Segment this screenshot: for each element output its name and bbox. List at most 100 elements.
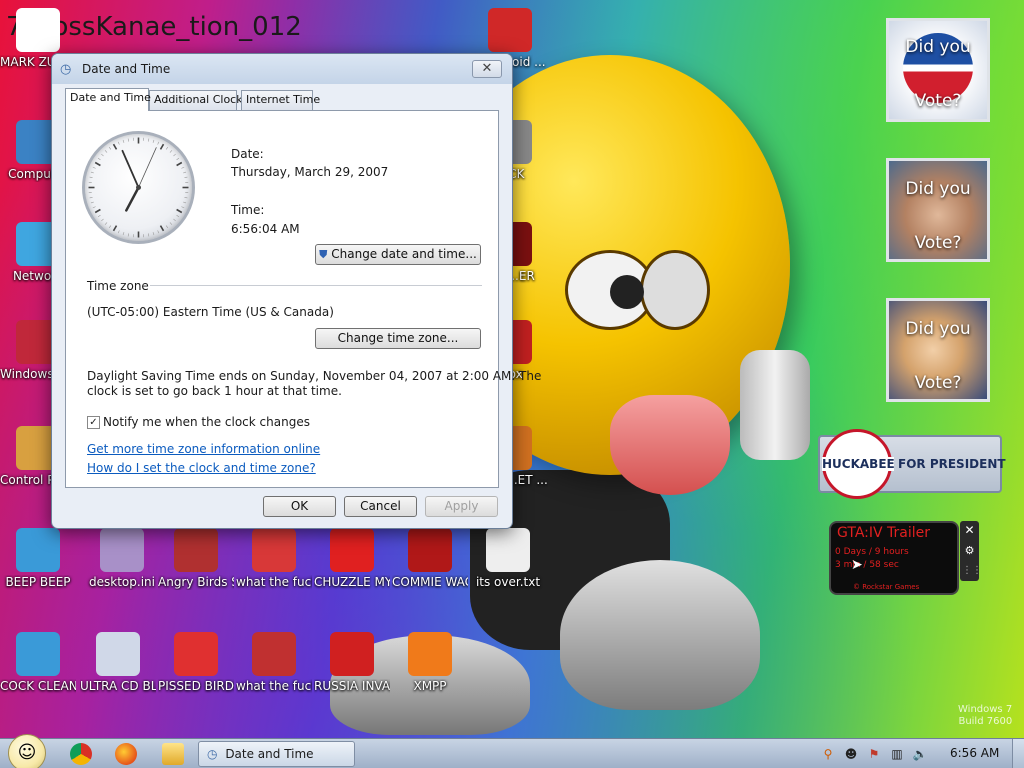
timezone-heading: Time zone bbox=[87, 279, 149, 293]
date-value: Thursday, March 29, 2007 bbox=[231, 165, 389, 179]
volume-icon[interactable]: 🔈 bbox=[912, 746, 928, 762]
clock-tick bbox=[89, 176, 93, 179]
windows-build-watermark: Windows 7 Build 7600 bbox=[958, 704, 1012, 728]
clock-second-hand bbox=[138, 147, 157, 188]
desktop-icon-image-icon bbox=[16, 8, 60, 52]
desktop-icon[interactable]: ULTRA CD BLOATWARE bbox=[80, 632, 156, 694]
poster-question: Vote? bbox=[914, 373, 962, 393]
desktop-icon[interactable]: COMMIE WAGECU... bbox=[392, 528, 468, 590]
desktop-icon-image-icon bbox=[252, 632, 296, 676]
analog-clock bbox=[82, 131, 195, 244]
gadget-close-icon[interactable]: ✕ bbox=[962, 523, 977, 538]
ok-button[interactable]: OK bbox=[263, 496, 336, 517]
clock-tick bbox=[176, 161, 183, 167]
change-time-zone-button[interactable]: Change time zone... bbox=[315, 328, 481, 349]
desktop-icon-image-icon bbox=[486, 528, 530, 572]
start-button[interactable]: ☺ bbox=[8, 734, 46, 768]
clock-tick bbox=[94, 161, 101, 167]
tab-internet-time[interactable]: Internet Time bbox=[241, 90, 320, 110]
clinton-vote-poster[interactable]: Did you Vote? bbox=[886, 298, 990, 402]
desktop-icon[interactable]: desktop.ini bbox=[84, 528, 160, 590]
desktop-icon[interactable]: CHUZZLE MY CUM bbox=[314, 528, 390, 590]
dialog-titlebar[interactable]: ◷ Date and Time ✕ bbox=[52, 54, 512, 84]
uac-shield-icon: ⛊ bbox=[319, 248, 328, 261]
huckabee-name: HUCKABEE bbox=[822, 457, 895, 471]
apply-button[interactable]: Apply bbox=[425, 496, 498, 517]
desktop-icon[interactable]: COCK CLEANER bbox=[0, 632, 76, 694]
desktop-icon[interactable]: PISSED BIRDS IN VIDEO G... bbox=[158, 632, 234, 694]
huckabee-tagline: FOR PRESIDENT bbox=[898, 457, 1006, 471]
firefox-icon[interactable] bbox=[115, 743, 137, 765]
clock-tick bbox=[127, 138, 130, 142]
explorer-folder-icon[interactable] bbox=[162, 743, 184, 765]
wallpaper-smiley-shoe bbox=[560, 560, 760, 710]
poster-question: Vote? bbox=[914, 233, 962, 253]
change-date-time-button[interactable]: ⛊ Change date and time... bbox=[315, 244, 481, 265]
desktop-icon[interactable]: what the fuck is going on ... bbox=[236, 528, 312, 590]
obama-vote-poster[interactable]: Did you Vote? bbox=[886, 18, 990, 122]
clock-tick bbox=[169, 150, 173, 153]
clock-tick bbox=[122, 139, 125, 143]
clock-icon: ◷ bbox=[207, 747, 218, 761]
huckabee-banner[interactable]: HUCKABEE FOR PRESIDENT bbox=[818, 429, 1006, 499]
more-timezone-info-link[interactable]: Get more time zone information online bbox=[87, 442, 320, 456]
desktop-icon-image-icon bbox=[16, 528, 60, 572]
cancel-button[interactable]: Cancel bbox=[344, 496, 417, 517]
poster-question: Did you bbox=[905, 37, 971, 57]
desktop-icon[interactable]: its over.txt bbox=[470, 528, 546, 590]
clock-tick bbox=[157, 141, 160, 145]
clock-tick bbox=[165, 225, 169, 229]
clock-tick bbox=[152, 232, 155, 236]
desktop-icon-image-icon bbox=[100, 528, 144, 572]
date-time-dialog: ◷ Date and Time ✕ Date and Time Addition… bbox=[51, 53, 541, 529]
dst-info-line1: Daylight Saving Time ends on Sunday, Nov… bbox=[87, 369, 542, 383]
show-desktop-button[interactable] bbox=[1012, 739, 1024, 768]
desktop-icon-label: ULTRA CD BLOATWARE bbox=[80, 679, 156, 693]
gta-trailer-gadget[interactable]: GTA:IV Trailer 0 Days / 9 hours 3 min / … bbox=[829, 521, 959, 595]
messenger-icon[interactable]: ☻ bbox=[843, 746, 859, 762]
desktop-icon-label: RUSSIA INVADES ... bbox=[314, 679, 390, 693]
tab-additional-clocks[interactable]: Additional Clocks bbox=[149, 90, 248, 110]
notify-clock-change-label[interactable]: Notify me when the clock changes bbox=[103, 415, 310, 429]
clock-tick bbox=[176, 214, 180, 218]
taskbar-task-date-and-time[interactable]: ◷ Date and Time bbox=[198, 741, 355, 767]
poster-question: Did you bbox=[905, 319, 971, 339]
desktop-icon[interactable]: Angry Birds Star Wars bbox=[158, 528, 234, 590]
timezone-value: (UTC-05:00) Eastern Time (US & Canada) bbox=[87, 305, 334, 319]
desktop-icon-label: PISSED BIRDS IN VIDEO G... bbox=[158, 679, 234, 693]
clock-tick bbox=[176, 208, 183, 214]
tab-date-and-time[interactable]: Date and Time bbox=[65, 88, 151, 111]
wallpaper-smiley-pupil bbox=[610, 275, 644, 309]
taskbar-clock[interactable]: 6:56 AM bbox=[950, 746, 999, 760]
search-icon[interactable]: ⚲ bbox=[820, 746, 836, 762]
chrome-icon[interactable] bbox=[70, 743, 92, 765]
clock-tick bbox=[104, 222, 108, 225]
clock-tick bbox=[90, 171, 94, 174]
network-icon[interactable]: ▥ bbox=[889, 746, 905, 762]
clock-tick bbox=[173, 218, 176, 222]
clock-tick bbox=[147, 138, 150, 142]
action-center-flag-icon[interactable]: ⚑ bbox=[866, 746, 882, 762]
notify-clock-change-checkbox[interactable]: ✓ bbox=[87, 416, 100, 429]
desktop-icon-label: what the fuck is going on ... bbox=[236, 679, 312, 693]
desktop-icon-label: COMMIE WAGECU... bbox=[392, 575, 468, 589]
desktop-icon[interactable]: RUSSIA INVADES ... bbox=[314, 632, 390, 694]
clock-icon: ◷ bbox=[60, 62, 72, 77]
close-button[interactable]: ✕ bbox=[472, 60, 502, 78]
how-to-set-clock-link[interactable]: How do I set the clock and time zone? bbox=[87, 461, 316, 475]
desktop-icon-label: Angry Birds Star Wars bbox=[158, 575, 234, 589]
gadget-drag-handle-icon[interactable]: ⋮⋮ bbox=[962, 563, 982, 578]
clock-tick bbox=[122, 232, 125, 236]
mccain-vote-poster[interactable]: Did you Vote? bbox=[886, 158, 990, 262]
clock-tick bbox=[94, 208, 101, 214]
desktop-icon-image-icon bbox=[252, 528, 296, 572]
desktop-icon[interactable]: what the fuck is going on ... bbox=[236, 632, 312, 694]
gta-title: GTA:IV Trailer bbox=[837, 525, 930, 541]
desktop-icon-label: its over.txt bbox=[475, 575, 541, 589]
clock-tick bbox=[147, 233, 150, 237]
gadget-options-icon[interactable]: ⚙ bbox=[962, 543, 977, 558]
analog-clock-face bbox=[88, 137, 189, 238]
clock-tick bbox=[157, 230, 160, 234]
desktop-icon[interactable]: XMPP bbox=[392, 632, 468, 694]
desktop-icon[interactable]: BEEP BEEP bbox=[0, 528, 76, 590]
